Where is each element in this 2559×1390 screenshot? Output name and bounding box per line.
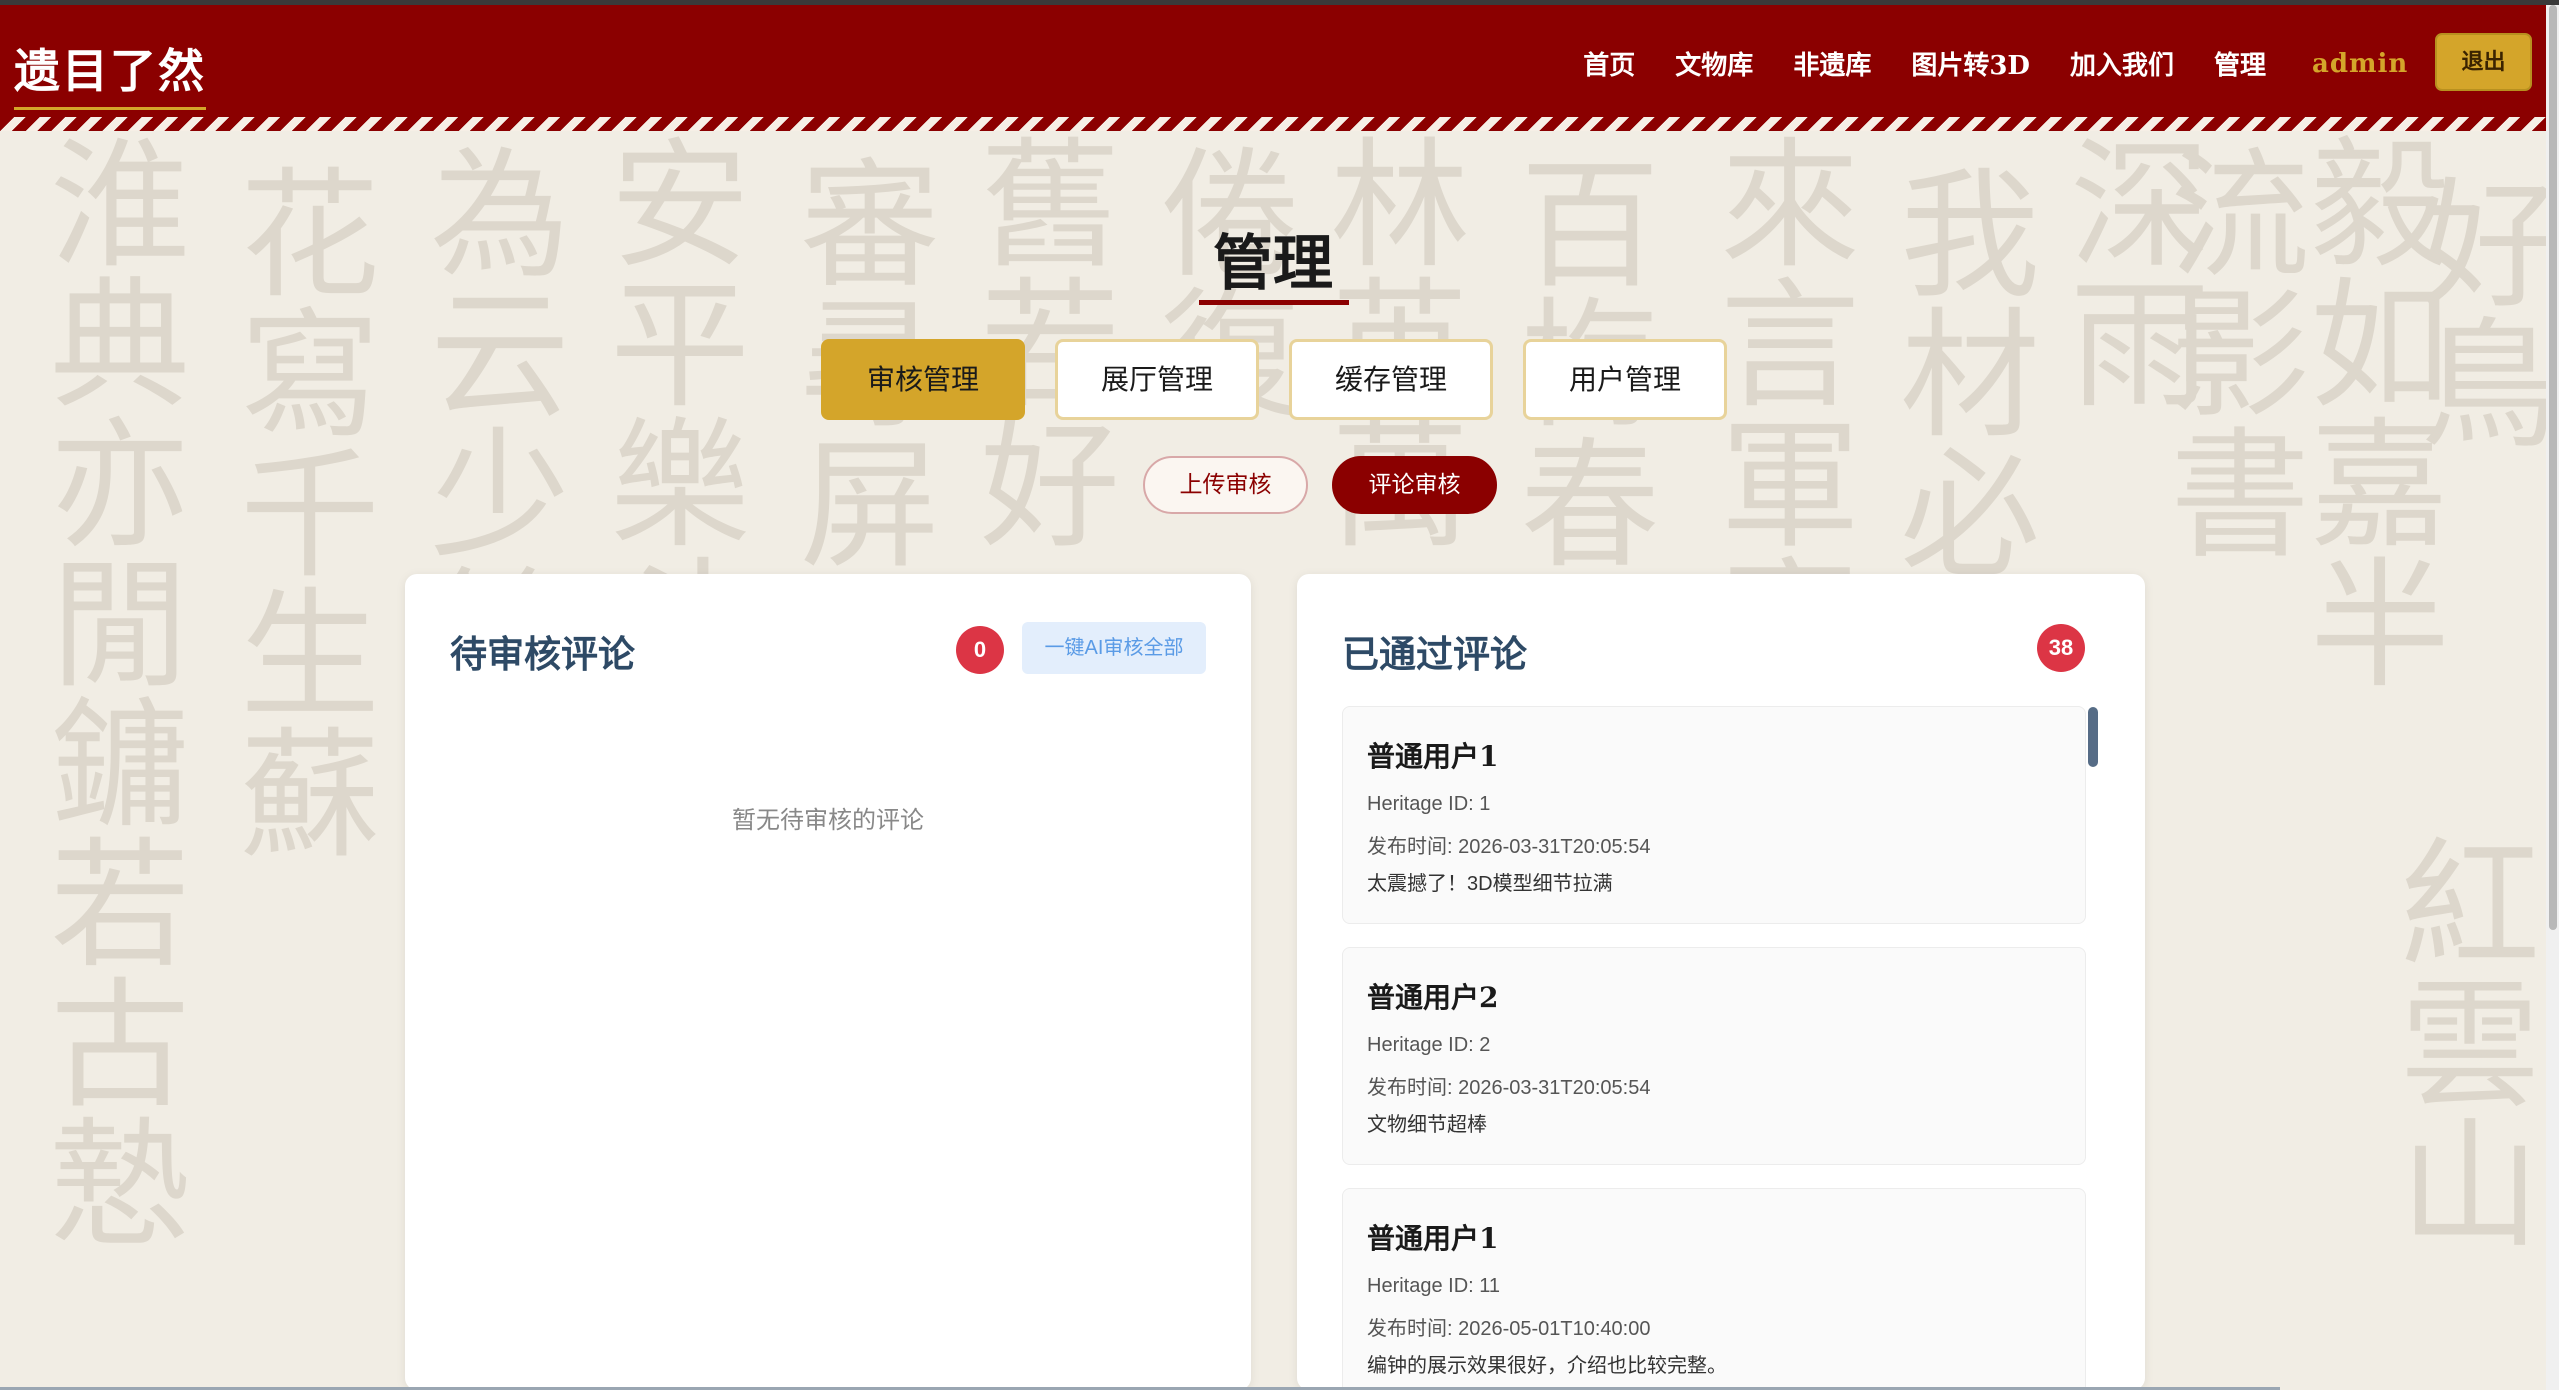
main-nav: 首页 文物库 非遗库 图片转3D 加入我们 管理 [1583, 45, 2266, 82]
subtab-upload-review[interactable]: 上传审核 [1143, 456, 1308, 514]
logout-button[interactable]: 退出 [2435, 33, 2532, 91]
comment-user: 普通用户2 [1367, 981, 1499, 1014]
approved-comments-panel: 已通过评论 38 普通用户1 Heritage ID: 1 发布时间: 2026… [1297, 574, 2145, 1390]
nav-relic-library[interactable]: 文物库 [1675, 45, 1753, 82]
calligraphy-column: 紅雲山 [2376, 831, 2539, 1251]
comment-timestamp: 发布时间: 2026-03-31T20:05:54 [1367, 1077, 1651, 1099]
approved-panel-title: 已通过评论 [1342, 632, 1527, 676]
nav-home[interactable]: 首页 [1583, 45, 1635, 82]
comment-timestamp: 发布时间: 2026-05-01T10:40:00 [1367, 1318, 1651, 1340]
tab-user-management[interactable]: 用户管理 [1523, 339, 1727, 420]
top-navbar: 遗目了然 首页 文物库 非遗库 图片转3D 加入我们 管理 admin 退出 [0, 5, 2546, 117]
comment-card: 普通用户1 Heritage ID: 1 发布时间: 2026-03-31T20… [1342, 706, 2086, 924]
comment-heritage-id: Heritage ID: 11 [1367, 1275, 1501, 1297]
admin-tabs: 审核管理 展厅管理 缓存管理 用户管理 [821, 339, 1727, 420]
header-decorative-stripe [0, 117, 2546, 131]
nav-join-us[interactable]: 加入我们 [2070, 45, 2174, 82]
approved-comment-list[interactable]: 普通用户1 Heritage ID: 1 发布时间: 2026-03-31T20… [1342, 706, 2088, 1390]
calligraphy-background: 淮典亦閒鏞若古慹 花寫千生蘇 為云少餘 安平樂斗 審尋屏 舊若好 倦復 林英萬 … [0, 131, 2546, 1390]
comment-user: 普通用户1 [1367, 1222, 1499, 1255]
comment-content: 文物细节超棒 [1367, 1114, 1487, 1136]
title-underline [1199, 300, 1349, 305]
empty-state-text: 暂无待审核的评论 [732, 807, 924, 834]
review-subtabs: 上传审核 评论审核 [1143, 456, 1497, 514]
pending-comments-panel: 待审核评论 0 一键AI审核全部 暂无待审核的评论 [405, 574, 1251, 1390]
comment-card: 普通用户2 Heritage ID: 2 发布时间: 2026-03-31T20… [1342, 947, 2086, 1165]
comment-content: 太震撼了！3D模型细节拉满 [1367, 873, 1613, 895]
pending-count-badge: 0 [956, 626, 1004, 674]
comment-list-scrollbar[interactable] [2088, 707, 2098, 767]
tab-review-management[interactable]: 审核管理 [821, 339, 1025, 420]
comment-card: 普通用户1 Heritage ID: 11 发布时间: 2026-05-01T1… [1342, 1188, 2086, 1390]
site-logo[interactable]: 遗目了然 [14, 35, 206, 110]
comment-content: 编钟的展示效果很好，介绍也比较完整。 [1367, 1355, 1727, 1377]
tab-hall-management[interactable]: 展厅管理 [1055, 339, 1259, 420]
comment-user: 普通用户1 [1367, 740, 1499, 773]
approved-count-badge: 38 [2037, 624, 2085, 672]
page-title: 管理 [1213, 229, 1333, 299]
tab-cache-management[interactable]: 缓存管理 [1289, 339, 1493, 420]
calligraphy-column: 流影書 [2146, 141, 2309, 561]
nav-heritage-library[interactable]: 非遗库 [1793, 45, 1871, 82]
ai-review-all-button[interactable]: 一键AI审核全部 [1022, 622, 1206, 674]
nav-admin[interactable]: 管理 [2214, 45, 2266, 82]
comment-timestamp: 发布时间: 2026-03-31T20:05:54 [1367, 836, 1651, 858]
page-scrollbar-thumb[interactable] [2549, 5, 2557, 930]
comment-heritage-id: Heritage ID: 2 [1367, 1034, 1491, 1056]
nav-image-to-3d[interactable]: 图片转3D [1911, 45, 2030, 82]
subtab-comment-review[interactable]: 评论审核 [1332, 456, 1497, 514]
calligraphy-column: 好鳥 [2396, 171, 2546, 451]
comment-heritage-id: Heritage ID: 1 [1367, 793, 1491, 815]
current-user-label: admin [2312, 49, 2409, 79]
pending-panel-title: 待审核评论 [450, 632, 635, 676]
